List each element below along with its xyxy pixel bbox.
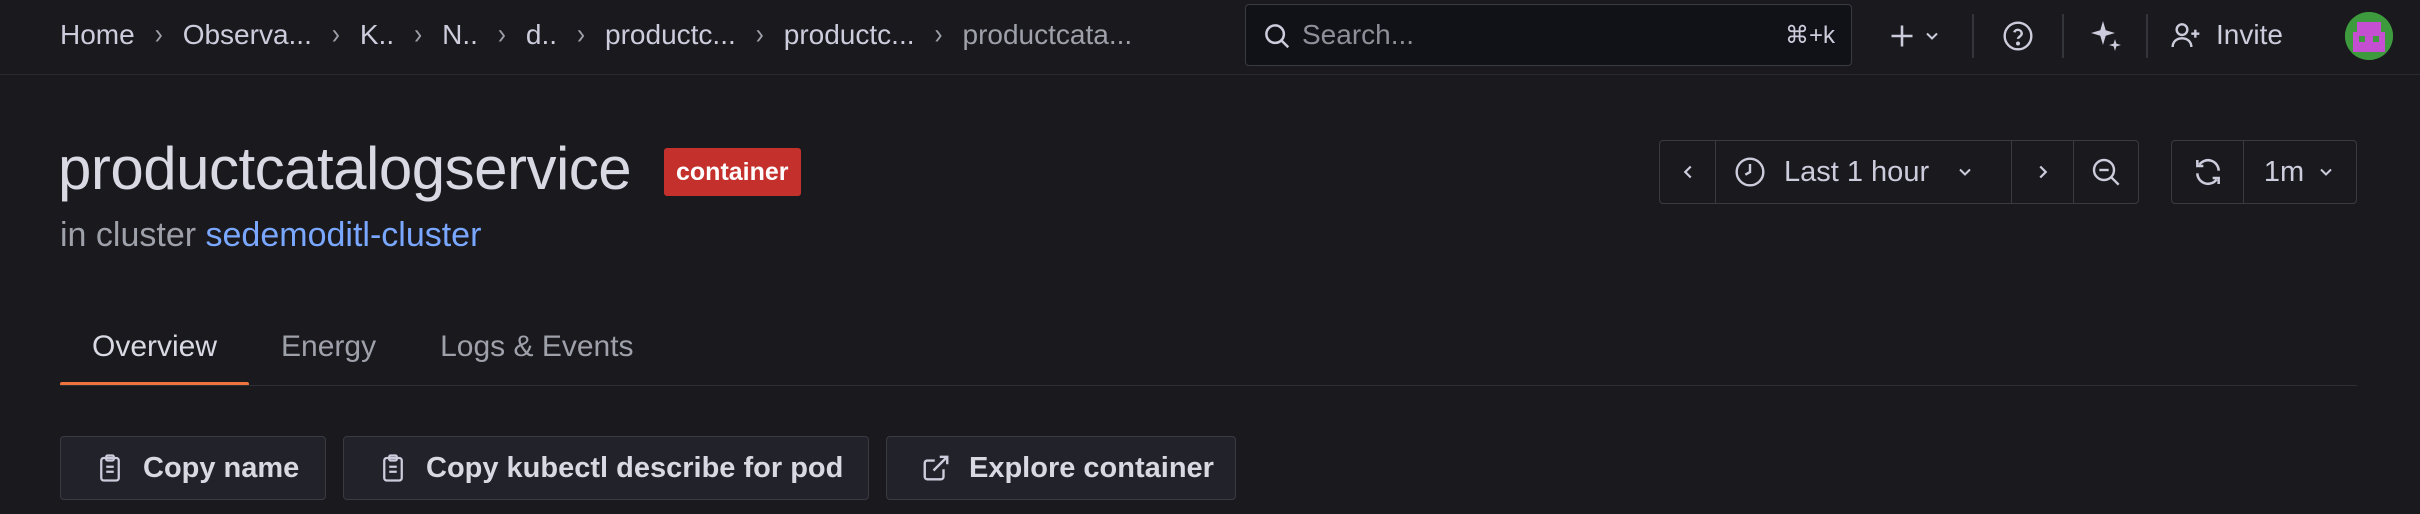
- invite-button[interactable]: Invite: [2170, 0, 2283, 70]
- breadcrumb-observability[interactable]: Observa...: [183, 19, 312, 51]
- divider: [1972, 14, 1974, 58]
- chevron-right-icon: ›: [154, 18, 163, 51]
- tab-energy[interactable]: Energy: [249, 320, 408, 386]
- chevron-right-icon: ›: [577, 18, 586, 51]
- page-title: productcatalogservice: [58, 135, 632, 202]
- assistant-button[interactable]: [2084, 14, 2128, 58]
- tab-bar: Overview Energy Logs & Events: [60, 320, 666, 386]
- page-subtitle: in cluster sedemoditl-cluster: [60, 216, 481, 255]
- refresh-interval-label: 1m: [2263, 155, 2305, 188]
- breadcrumb-pod[interactable]: productc...: [784, 19, 915, 51]
- external-link-icon: [923, 455, 949, 481]
- chevron-down-icon: [2320, 168, 2332, 176]
- explore-container-label: Explore container: [969, 451, 1214, 484]
- copy-kubectl-describe-button[interactable]: Copy kubectl describe for pod: [343, 436, 869, 500]
- refresh-controls: 1m: [2171, 140, 2357, 204]
- chevron-down-icon: [1959, 168, 1971, 176]
- clipboard-icon: [383, 454, 403, 482]
- divider: [2146, 14, 2148, 58]
- tab-overview[interactable]: Overview: [60, 320, 250, 386]
- chevron-right-icon: ›: [755, 18, 764, 51]
- help-icon: [2003, 21, 2033, 51]
- time-back-button[interactable]: [1660, 141, 1716, 203]
- invite-label: Invite: [2216, 19, 2283, 50]
- breadcrumb-deployment[interactable]: d..: [526, 19, 557, 51]
- top-bar: Home › Observa... › K.. › N.. › d.. › pr…: [0, 0, 2420, 75]
- tab-logs-events[interactable]: Logs & Events: [408, 320, 665, 386]
- subtitle-prefix: in cluster: [60, 216, 197, 254]
- time-range-picker[interactable]: Last 1 hour: [1716, 141, 2012, 203]
- copy-name-label: Copy name: [143, 451, 300, 484]
- search-placeholder: Search...: [1302, 19, 1415, 50]
- breadcrumb: Home › Observa... › K.. › N.. › d.. › pr…: [60, 0, 1132, 70]
- breadcrumb-kubernetes[interactable]: K..: [360, 19, 394, 51]
- search-icon: [1265, 24, 1290, 49]
- clipboard-icon: [100, 454, 120, 482]
- time-range-controls: Last 1 hour: [1659, 140, 2139, 204]
- chevron-left-icon: [1683, 165, 1692, 179]
- add-user-icon: [2171, 23, 2200, 48]
- chevron-right-icon: ›: [934, 18, 943, 51]
- chevron-right-icon: ›: [331, 18, 340, 51]
- plus-icon: [1891, 25, 1913, 47]
- breadcrumb-workload[interactable]: productc...: [605, 19, 736, 51]
- zoom-out-button[interactable]: [2074, 141, 2138, 203]
- refresh-button[interactable]: [2172, 141, 2244, 203]
- breadcrumb-namespace[interactable]: N..: [442, 19, 478, 51]
- search-input[interactable]: Search... ⌘+k: [1245, 4, 1852, 66]
- chevron-down-icon: [1926, 32, 1938, 40]
- copy-name-button[interactable]: Copy name: [60, 436, 326, 500]
- avatar[interactable]: [2345, 12, 2393, 60]
- divider: [2062, 14, 2064, 58]
- sparkle-icon: [2091, 21, 2121, 51]
- zoom-out-icon: [2092, 158, 2120, 186]
- tab-divider: [60, 385, 2357, 386]
- chevron-right-icon: ›: [497, 18, 506, 51]
- chevron-right-icon: [2038, 165, 2047, 179]
- refresh-interval-picker[interactable]: 1m: [2244, 141, 2356, 203]
- cluster-link[interactable]: sedemoditl-cluster: [206, 216, 482, 254]
- time-forward-button[interactable]: [2012, 141, 2074, 203]
- search-shortcut: ⌘+k: [1784, 21, 1835, 49]
- help-button[interactable]: [1998, 16, 2038, 56]
- clock-icon: [1735, 157, 1765, 187]
- time-range-label: Last 1 hour: [1784, 155, 1930, 188]
- refresh-icon: [2195, 158, 2220, 186]
- copy-kubectl-label: Copy kubectl describe for pod: [426, 451, 844, 484]
- breadcrumb-current: productcata...: [962, 19, 1133, 50]
- new-menu-button[interactable]: [1880, 14, 1950, 58]
- breadcrumb-home[interactable]: Home: [60, 19, 135, 51]
- chevron-right-icon: ›: [414, 18, 423, 51]
- avatar-image: [2345, 12, 2393, 60]
- type-badge: container: [664, 148, 801, 196]
- explore-container-button[interactable]: Explore container: [886, 436, 1236, 500]
